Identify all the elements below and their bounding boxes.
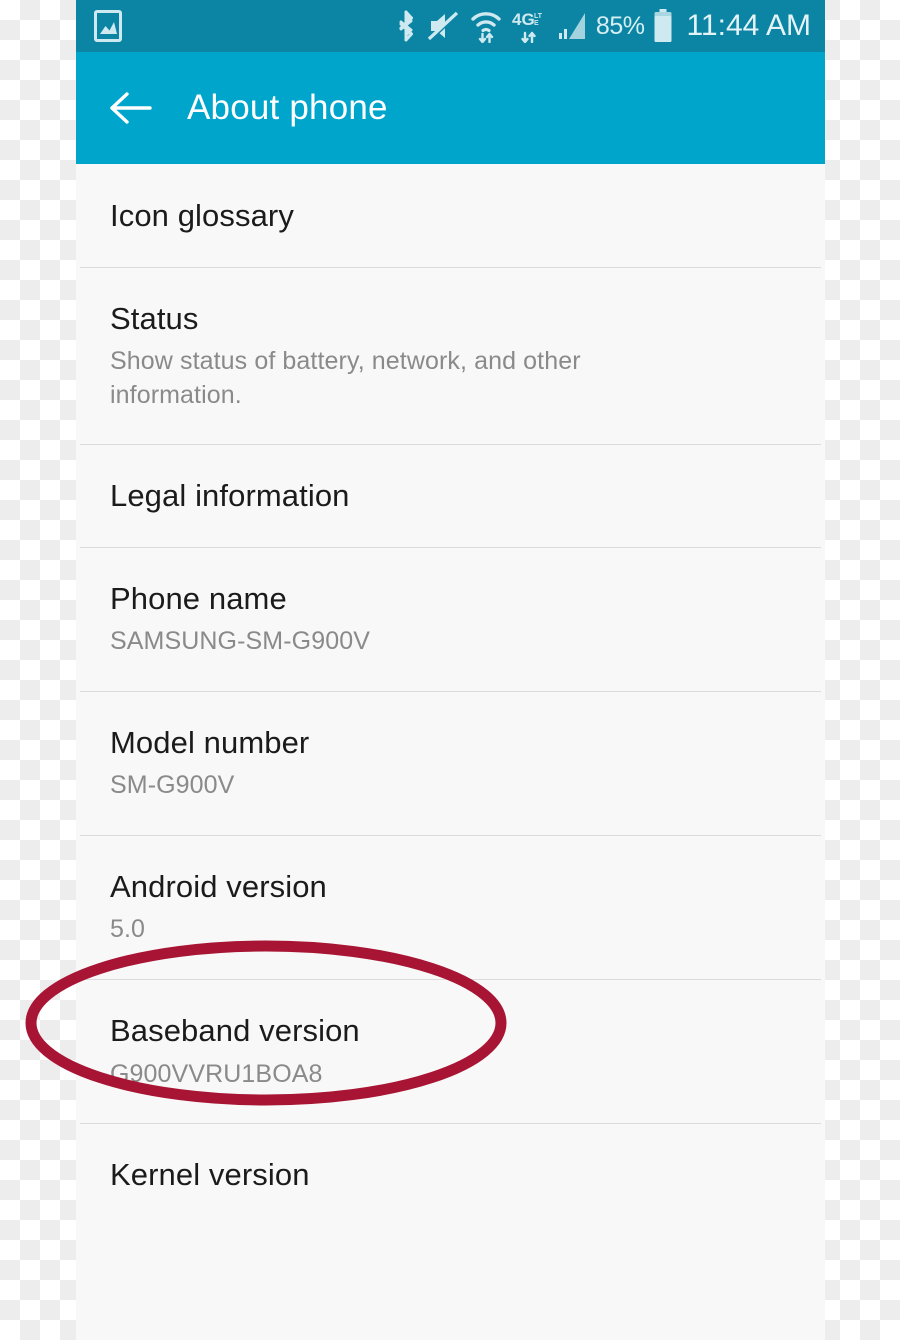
list-item-subtitle: G900VVRU1BOA8 <box>110 1059 323 1088</box>
battery-percent-label: 85% <box>595 11 645 40</box>
list-item-status[interactable]: Status Show status of battery, network, … <box>76 266 825 445</box>
list-item-title: Status <box>110 300 199 336</box>
back-button[interactable] <box>106 84 154 132</box>
list-item-title: Kernel version <box>110 1157 310 1193</box>
status-bar-notification-icons <box>94 10 122 42</box>
list-item-model-number[interactable]: Model number SM-G900V <box>76 690 825 835</box>
list-item-subtitle: Show status of battery, network, and oth… <box>110 347 581 409</box>
bluetooth-icon <box>399 10 413 42</box>
phone-screenshot-frame: 4G LT E 85% 11:44 AM About phone Icon gl… <box>76 0 825 1340</box>
page-title: About phone <box>187 88 388 127</box>
battery-icon <box>654 9 672 42</box>
4g-lte-icon: 4G LT E <box>512 10 543 43</box>
app-bar: About phone <box>76 52 825 164</box>
status-bar-system-icons: 4G LT E 85% 11:44 AM <box>395 9 811 43</box>
arrow-left-icon <box>110 92 152 124</box>
list-item-title: Model number <box>110 724 310 760</box>
status-bar: 4G LT E 85% 11:44 AM <box>76 0 825 52</box>
list-item-subtitle: SAMSUNG-SM-G900V <box>110 627 370 656</box>
svg-text:4G: 4G <box>512 10 535 29</box>
cellular-signal-icon <box>558 13 585 39</box>
list-item-subtitle: 5.0 <box>110 915 146 944</box>
list-item-subtitle: SM-G900V <box>110 771 235 800</box>
list-item-baseband-version[interactable]: Baseband version G900VVRU1BOA8 <box>76 978 825 1124</box>
about-phone-list: Icon glossary Status Show status of batt… <box>76 164 825 1226</box>
sound-muted-icon <box>427 11 459 42</box>
list-item-title: Legal information <box>110 478 350 514</box>
list-item-android-version[interactable]: Android version 5.0 <box>76 834 825 979</box>
wifi-icon <box>471 12 501 43</box>
list-item-kernel-version[interactable]: Kernel version <box>76 1123 825 1226</box>
list-item-title: Baseband version <box>110 1012 360 1048</box>
list-item-title: Phone name <box>110 580 287 616</box>
list-item-legal-information[interactable]: Legal information <box>76 444 825 547</box>
svg-text:E: E <box>534 20 539 27</box>
list-item-icon-glossary[interactable]: Icon glossary <box>76 164 825 267</box>
clock-label: 11:44 AM <box>686 9 811 42</box>
svg-text:LT: LT <box>534 13 543 20</box>
list-item-phone-name[interactable]: Phone name SAMSUNG-SM-G900V <box>76 546 825 691</box>
list-item-title: Icon glossary <box>110 198 294 233</box>
screenshot-image-icon <box>94 10 122 42</box>
list-item-title: Android version <box>110 868 327 904</box>
